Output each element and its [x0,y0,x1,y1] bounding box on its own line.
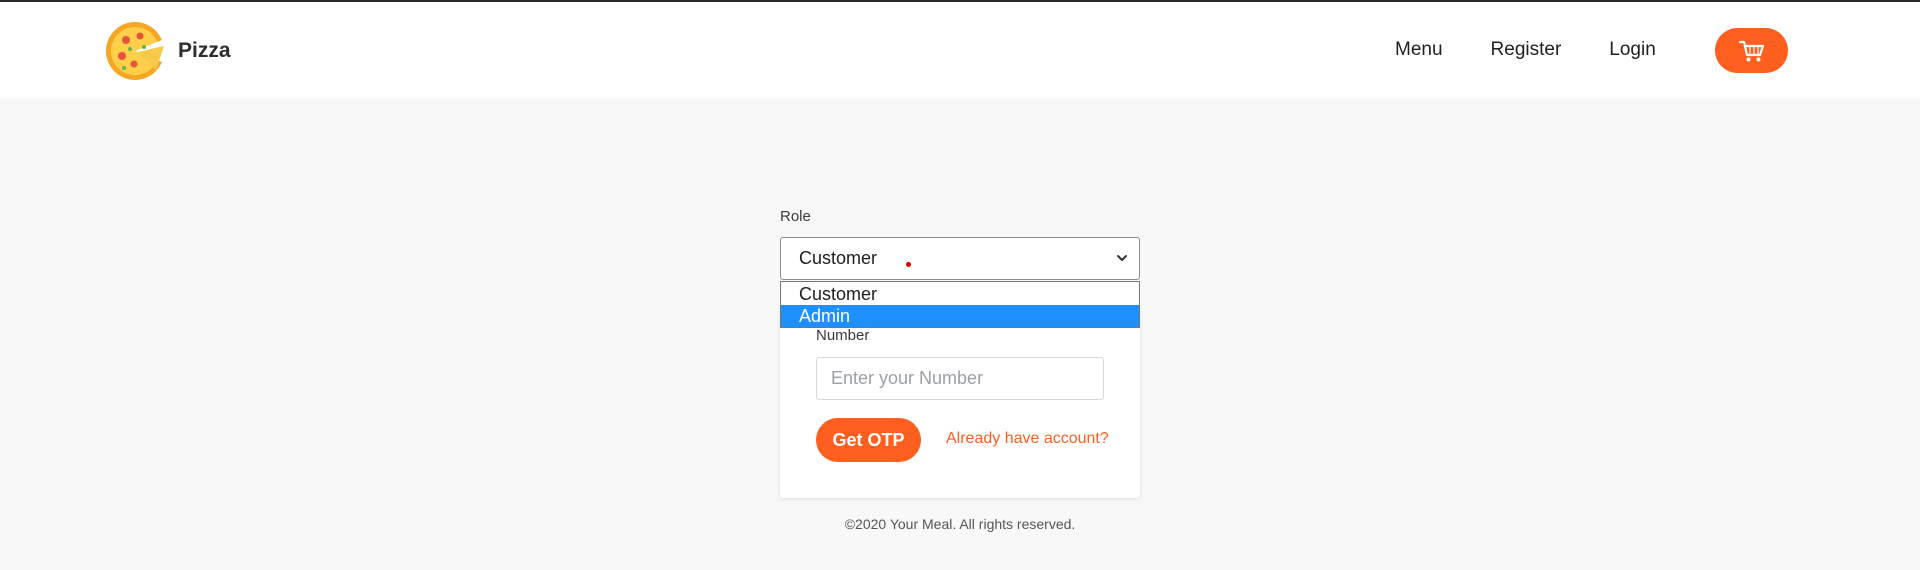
cart-button[interactable] [1715,28,1788,73]
get-otp-button[interactable]: Get OTP [816,418,921,462]
chevron-down-icon [1117,255,1127,261]
navbar: Pizza Menu Register Login [0,2,1920,98]
role-select[interactable]: Customer [780,237,1140,280]
number-input[interactable] [816,357,1104,400]
nav-link-menu[interactable]: Menu [1395,39,1443,61]
pizza-icon [106,22,165,80]
mouse-cursor-dot [906,262,911,267]
footer-copyright: ©2020 Your Meal. All rights reserved. [844,516,1076,532]
nav-links: Menu Register Login [1395,2,1656,98]
brand-name: Pizza [178,39,231,62]
number-label: Number [816,327,870,344]
cart-icon [1738,40,1764,61]
already-have-account-link[interactable]: Already have account? [946,430,1109,448]
role-label: Role [780,208,811,225]
role-select-value: Customer [799,248,878,268]
role-dropdown-list: Customer Admin [780,281,1140,328]
role-option-admin[interactable]: Admin [781,305,1139,327]
nav-link-login[interactable]: Login [1609,39,1656,61]
nav-link-register[interactable]: Register [1491,39,1562,61]
role-option-customer[interactable]: Customer [781,283,1139,305]
brand-logo[interactable]: Pizza [104,20,231,82]
